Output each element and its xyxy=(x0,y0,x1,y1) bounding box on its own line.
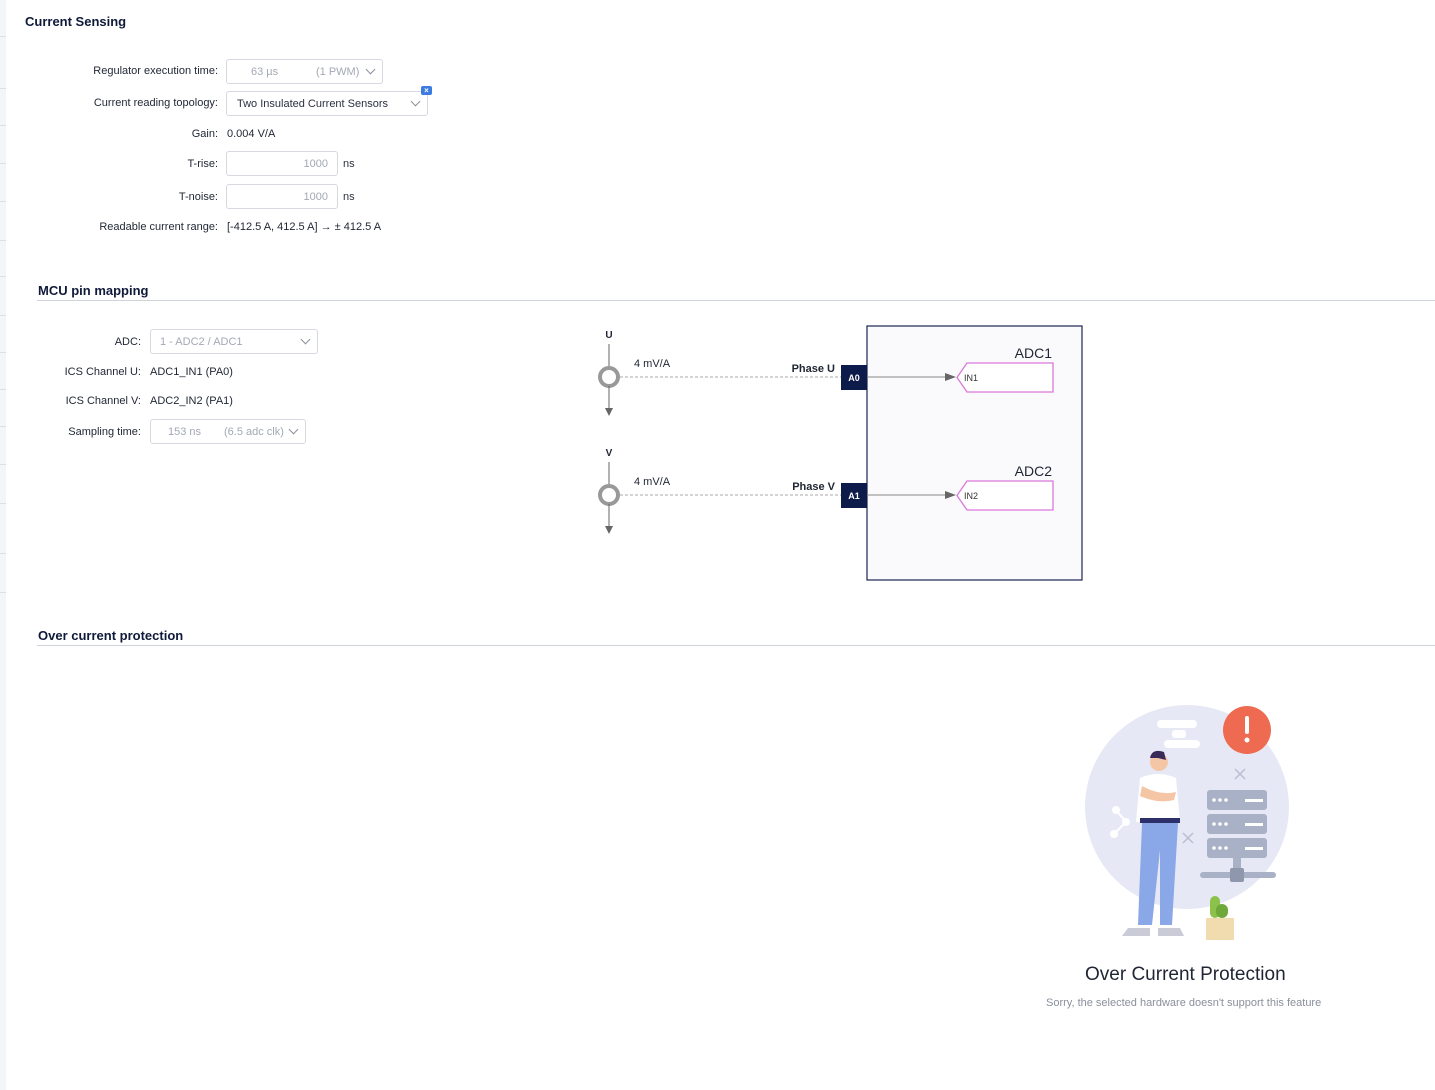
empty-state-message: Sorry, the selected hardware doesn't sup… xyxy=(1046,997,1322,1009)
ics-u-label: ICS Channel U: xyxy=(64,366,141,378)
regulator-select[interactable]: 63 µs (1 PWM) xyxy=(226,59,383,84)
tnoise-label: T-noise: xyxy=(178,191,218,203)
pin-mapping-diagram: U 4 mV/A Phase U A0 ADC1 IN1 V 4 mV/A Ph… xyxy=(598,325,1083,581)
adc-value: 1 - ADC2 / ADC1 xyxy=(160,335,243,348)
trise-unit: ns xyxy=(343,158,355,170)
in1-label: IN1 xyxy=(964,373,978,383)
current-sensing-title: Current Sensing xyxy=(25,14,127,29)
current-sensor-v-icon xyxy=(598,484,620,506)
adc-label: ADC: xyxy=(114,336,141,348)
sensor-v-label: V xyxy=(606,448,613,459)
empty-state-title: Over Current Protection xyxy=(1085,964,1286,985)
topology-label: Current reading topology: xyxy=(93,97,218,109)
topology-select[interactable]: Two Insulated Current Sensors xyxy=(226,91,428,116)
tnoise-unit: ns xyxy=(343,191,355,203)
adc2-label: ADC2 xyxy=(1015,463,1053,479)
adc1-label: ADC1 xyxy=(1015,345,1053,361)
section-divider xyxy=(37,645,1435,646)
ics-v-label: ICS Channel V: xyxy=(65,395,141,407)
trise-label: T-rise: xyxy=(187,158,218,170)
phase-u-label: Phase U xyxy=(792,363,835,375)
adc-select[interactable]: 1 - ADC2 / ADC1 xyxy=(150,329,318,354)
sampling-suffix: (6.5 adc clk) xyxy=(224,425,284,438)
clear-x-icon[interactable]: × xyxy=(421,86,432,95)
pin-a0-label: A0 xyxy=(848,373,860,383)
sampling-value: 153 ns xyxy=(168,425,202,438)
regulator-suffix: (1 PWM) xyxy=(316,65,360,78)
sampling-select[interactable]: 153 ns (6.5 adc clk) xyxy=(150,419,306,444)
chevron-down-icon xyxy=(288,424,299,435)
pin-a1-label: A1 xyxy=(848,491,860,501)
gain-label: Gain: xyxy=(191,128,218,140)
chevron-down-icon xyxy=(410,96,421,107)
topology-value: Two Insulated Current Sensors xyxy=(237,97,389,110)
range-label: Readable current range: xyxy=(99,221,218,233)
left-rail xyxy=(0,0,6,1090)
chevron-down-icon xyxy=(300,334,311,345)
sensor-u-label: U xyxy=(605,330,612,341)
ics-v-value: ADC2_IN2 (PA1) xyxy=(150,395,233,407)
current-sensor-u-icon xyxy=(598,366,620,388)
gain-u-label: 4 mV/A xyxy=(634,358,671,370)
tnoise-input[interactable]: 1000 xyxy=(226,184,338,209)
mcu-pin-mapping-title: MCU pin mapping xyxy=(38,283,149,298)
sampling-label: Sampling time: xyxy=(68,426,141,438)
regulator-label: Regulator execution time: xyxy=(93,65,218,77)
ics-u-value: ADC1_IN1 (PA0) xyxy=(150,366,233,378)
in2-label: IN2 xyxy=(964,491,978,501)
gain-v-label: 4 mV/A xyxy=(634,476,671,488)
regulator-value: 63 µs xyxy=(251,65,279,78)
over-current-title: Over current protection xyxy=(38,628,184,643)
chevron-down-icon xyxy=(365,64,376,75)
trise-input[interactable]: 1000 xyxy=(226,151,338,176)
gain-value: 0.004 V/A xyxy=(227,128,276,140)
unsupported-illustration xyxy=(1085,705,1289,940)
section-divider xyxy=(37,300,1435,301)
phase-v-label: Phase V xyxy=(792,481,835,493)
range-value: [-412.5 A, 412.5 A] → ± 412.5 A xyxy=(227,221,382,233)
